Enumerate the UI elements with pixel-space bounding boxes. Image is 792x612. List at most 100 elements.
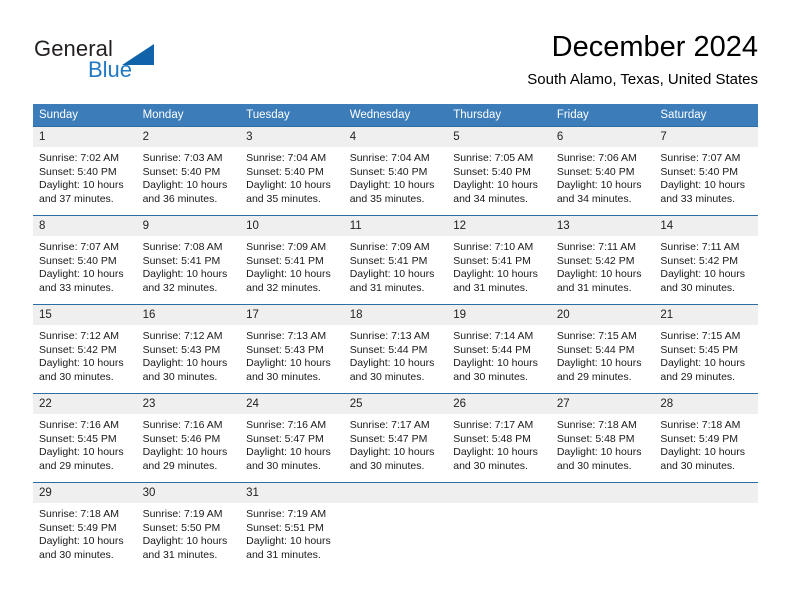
day-number: 30: [136, 483, 241, 503]
calendar-day-cell[interactable]: 24 Sunrise: 7:16 AM Sunset: 5:47 PM Dayligh…: [240, 393, 344, 482]
day-details: Sunrise: 7:09 AM Sunset: 5:41 PM Daylight:…: [344, 236, 448, 295]
daylight-duration-line2: and 31 minutes.: [246, 548, 321, 561]
calendar-day-cell[interactable]: 26 Sunrise: 7:17 AM Sunset: 5:48 PM Dayligh…: [447, 393, 551, 482]
day-number: 10: [240, 216, 344, 236]
calendar-body: 1 Sunrise: 7:02 AM Sunset: 5:40 PM Daylight…: [33, 126, 758, 571]
day-number: 31: [240, 483, 344, 503]
sunset-time: Sunset: 5:40 PM: [660, 165, 739, 178]
daylight-duration-line2: and 29 minutes.: [556, 370, 632, 383]
day-details: Sunrise: 7:16 AM Sunset: 5:46 PM Daylight:…: [137, 414, 241, 473]
calendar-table: Sunday Monday Tuesday Wednesday Thursday…: [33, 104, 758, 571]
calendar-day-cell[interactable]: 6 Sunrise: 7:06 AM Sunset: 5:40 PM Daylight…: [550, 126, 655, 215]
day-number: [654, 483, 758, 503]
daylight-duration-line2: and 30 minutes.: [453, 459, 528, 472]
sunset-time: Sunset: 5:40 PM: [349, 165, 428, 178]
day-number: 13: [550, 216, 655, 236]
sunset-time: Sunset: 5:43 PM: [246, 343, 324, 356]
weekday-header-saturday: Saturday: [654, 104, 758, 126]
calendar-day-cell[interactable]: 16 Sunrise: 7:12 AM Sunset: 5:43 PM Dayligh…: [136, 304, 241, 393]
day-details: Sunrise: 7:15 AM Sunset: 5:45 PM Daylight:…: [654, 325, 758, 384]
day-number: 29: [33, 483, 137, 503]
daylight-duration-line1: Daylight: 10 hours: [453, 357, 538, 370]
calendar-day-cell[interactable]: 22 Sunrise: 7:16 AM Sunset: 5:45 PM Dayligh…: [33, 393, 137, 482]
day-number: 6: [550, 127, 655, 147]
sunset-time: Sunset: 5:40 PM: [39, 254, 117, 267]
daylight-duration-line1: Daylight: 10 hours: [246, 268, 331, 281]
day-details: Sunrise: 7:03 AM Sunset: 5:40 PM Daylight:…: [137, 147, 241, 206]
sunset-time: Sunset: 5:45 PM: [660, 343, 739, 356]
calendar-day-cell[interactable]: 29 Sunrise: 7:18 AM Sunset: 5:49 PM Dayligh…: [33, 482, 137, 571]
daylight-duration-line1: Daylight: 10 hours: [349, 179, 435, 192]
weekday-header-wednesday: Wednesday: [343, 104, 448, 126]
day-number: 2: [136, 127, 241, 147]
calendar-day-cell[interactable]: 25 Sunrise: 7:17 AM Sunset: 5:47 PM Dayligh…: [343, 393, 448, 482]
daylight-duration-line1: Daylight: 10 hours: [246, 357, 331, 370]
sunrise-time: Sunrise: 7:13 AM: [349, 330, 430, 342]
calendar-day-cell[interactable]: 18 Sunrise: 7:13 AM Sunset: 5:44 PM Dayligh…: [343, 304, 448, 393]
day-number: 26: [447, 394, 551, 414]
sunset-time: Sunset: 5:44 PM: [556, 343, 635, 356]
daylight-duration-line2: and 30 minutes.: [246, 459, 321, 472]
calendar-day-cell[interactable]: 17 Sunrise: 7:13 AM Sunset: 5:43 PM Dayligh…: [240, 304, 344, 393]
sunset-time: Sunset: 5:44 PM: [453, 343, 531, 356]
day-details: Sunrise: 7:11 AM Sunset: 5:42 PM Daylight:…: [654, 236, 758, 295]
daylight-duration-line2: and 32 minutes.: [142, 281, 218, 294]
sunrise-time: Sunrise: 7:11 AM: [556, 241, 636, 253]
day-details: Sunrise: 7:11 AM Sunset: 5:42 PM Daylight:…: [551, 236, 655, 295]
calendar-day-cell[interactable]: 27 Sunrise: 7:18 AM Sunset: 5:48 PM Dayligh…: [550, 393, 655, 482]
daylight-duration-line2: and 31 minutes.: [142, 548, 218, 561]
calendar-day-cell[interactable]: 1 Sunrise: 7:02 AM Sunset: 5:40 PM Daylight…: [33, 126, 137, 215]
daylight-duration-line1: Daylight: 10 hours: [556, 268, 642, 281]
daylight-duration-line2: and 29 minutes.: [39, 459, 114, 472]
daylight-duration-line1: Daylight: 10 hours: [453, 268, 538, 281]
daylight-duration-line2: and 34 minutes.: [556, 192, 632, 205]
weekday-header-sunday: Sunday: [33, 104, 137, 126]
daylight-duration-line2: and 30 minutes.: [556, 459, 632, 472]
calendar-day-cell[interactable]: 31 Sunrise: 7:19 AM Sunset: 5:51 PM Dayligh…: [240, 482, 344, 571]
calendar-week-row: 8 Sunrise: 7:07 AM Sunset: 5:40 PM Daylight…: [33, 215, 758, 304]
daylight-duration-line2: and 31 minutes.: [453, 281, 528, 294]
calendar-day-cell[interactable]: 28 Sunrise: 7:18 AM Sunset: 5:49 PM Dayligh…: [654, 393, 758, 482]
calendar-day-cell[interactable]: 19 Sunrise: 7:14 AM Sunset: 5:44 PM Dayligh…: [447, 304, 551, 393]
sunrise-time: Sunrise: 7:06 AM: [556, 152, 637, 164]
daylight-duration-line1: Daylight: 10 hours: [246, 179, 331, 192]
calendar-day-cell[interactable]: 9 Sunrise: 7:08 AM Sunset: 5:41 PM Daylight…: [136, 215, 241, 304]
sunset-time: Sunset: 5:41 PM: [142, 254, 221, 267]
day-details: Sunrise: 7:02 AM Sunset: 5:40 PM Daylight:…: [33, 147, 137, 206]
calendar-week-row: 29 Sunrise: 7:18 AM Sunset: 5:49 PM Dayligh…: [33, 482, 758, 571]
calendar-day-cell[interactable]: 11 Sunrise: 7:09 AM Sunset: 5:41 PM Dayligh…: [343, 215, 448, 304]
weekday-header-row: Sunday Monday Tuesday Wednesday Thursday…: [33, 104, 758, 126]
day-number: 15: [33, 305, 137, 325]
calendar-day-cell[interactable]: 7 Sunrise: 7:07 AM Sunset: 5:40 PM Daylight…: [654, 126, 758, 215]
sunrise-time: Sunrise: 7:12 AM: [39, 330, 119, 342]
daylight-duration-line1: Daylight: 10 hours: [39, 446, 124, 459]
calendar-day-cell[interactable]: 21 Sunrise: 7:15 AM Sunset: 5:45 PM Dayligh…: [654, 304, 758, 393]
day-number: 8: [33, 216, 137, 236]
calendar-day-cell[interactable]: 12 Sunrise: 7:10 AM Sunset: 5:41 PM Dayligh…: [447, 215, 551, 304]
calendar-day-cell[interactable]: 2 Sunrise: 7:03 AM Sunset: 5:40 PM Daylight…: [136, 126, 241, 215]
calendar-day-cell[interactable]: 8 Sunrise: 7:07 AM Sunset: 5:40 PM Daylight…: [33, 215, 137, 304]
sunset-time: Sunset: 5:50 PM: [142, 521, 221, 534]
calendar-day-cell[interactable]: 13 Sunrise: 7:11 AM Sunset: 5:42 PM Dayligh…: [550, 215, 655, 304]
sunset-time: Sunset: 5:40 PM: [556, 165, 635, 178]
sunrise-time: Sunrise: 7:18 AM: [660, 419, 741, 431]
sunset-time: Sunset: 5:46 PM: [142, 432, 221, 445]
calendar-day-cell[interactable]: 5 Sunrise: 7:05 AM Sunset: 5:40 PM Daylight…: [447, 126, 551, 215]
brand-name-blue: Blue: [88, 57, 133, 82]
brand-logo[interactable]: General Blue: [34, 36, 214, 88]
day-details: Sunrise: 7:18 AM Sunset: 5:49 PM Daylight:…: [33, 503, 137, 562]
day-details: Sunrise: 7:16 AM Sunset: 5:45 PM Daylight:…: [33, 414, 137, 473]
calendar-day-cell[interactable]: 23 Sunrise: 7:16 AM Sunset: 5:46 PM Dayligh…: [136, 393, 241, 482]
calendar-day-cell[interactable]: 10 Sunrise: 7:09 AM Sunset: 5:41 PM Dayligh…: [240, 215, 344, 304]
calendar-day-cell[interactable]: 3 Sunrise: 7:04 AM Sunset: 5:40 PM Daylight…: [240, 126, 344, 215]
calendar-day-cell[interactable]: 4 Sunrise: 7:04 AM Sunset: 5:40 PM Daylight…: [343, 126, 448, 215]
day-details: Sunrise: 7:15 AM Sunset: 5:44 PM Daylight:…: [551, 325, 655, 384]
sunset-time: Sunset: 5:40 PM: [453, 165, 531, 178]
sunrise-time: Sunrise: 7:19 AM: [142, 508, 223, 520]
calendar-day-cell[interactable]: 20 Sunrise: 7:15 AM Sunset: 5:44 PM Dayligh…: [550, 304, 655, 393]
calendar-day-cell[interactable]: 15 Sunrise: 7:12 AM Sunset: 5:42 PM Dayligh…: [33, 304, 137, 393]
calendar-day-cell[interactable]: 30 Sunrise: 7:19 AM Sunset: 5:50 PM Dayligh…: [136, 482, 241, 571]
calendar-day-cell[interactable]: 14 Sunrise: 7:11 AM Sunset: 5:42 PM Dayligh…: [654, 215, 758, 304]
day-number: 24: [240, 394, 344, 414]
day-details: Sunrise: 7:06 AM Sunset: 5:40 PM Daylight:…: [551, 147, 655, 206]
